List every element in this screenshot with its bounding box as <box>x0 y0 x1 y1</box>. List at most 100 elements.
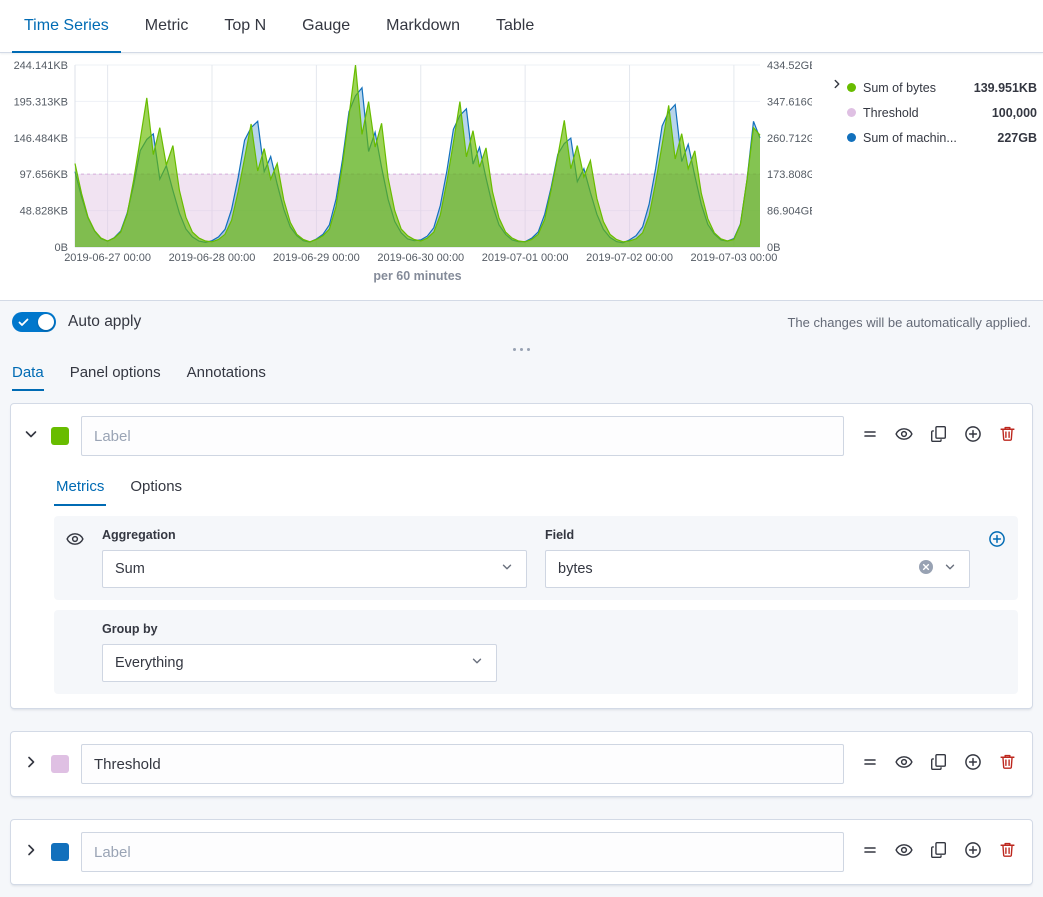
auto-apply-row: Auto apply The changes will be automatic… <box>0 301 1043 343</box>
series-color-swatch[interactable] <box>51 427 69 445</box>
legend-item[interactable]: Threshold 100,000 <box>847 100 1037 125</box>
field-select[interactable]: bytes <box>545 550 970 588</box>
svg-text:260.712GB: 260.712GB <box>767 133 812 145</box>
legend-series-name: Threshold <box>863 106 985 120</box>
copy-icon <box>930 753 947 775</box>
tab-panel-options[interactable]: Panel options <box>70 355 161 391</box>
plus-circle-icon <box>964 753 982 776</box>
series-drag-handle[interactable] <box>862 426 878 447</box>
series-visibility-button[interactable] <box>895 753 913 776</box>
svg-text:2019-06-28 00:00: 2019-06-28 00:00 <box>169 252 256 264</box>
series-visibility-button[interactable] <box>895 425 913 448</box>
series-actions <box>862 425 1016 448</box>
series-panel-3 <box>10 819 1033 885</box>
copy-icon <box>930 841 947 863</box>
series-expand-button[interactable] <box>23 754 39 775</box>
legend-series-value: 139.951KB <box>974 81 1037 95</box>
svg-text:195.313KB: 195.313KB <box>14 96 68 108</box>
series-label-input[interactable] <box>81 416 844 456</box>
chart-preview-section: 0B48.828KB97.656KB146.484KB195.313KB244.… <box>0 53 1043 300</box>
series-color-swatch[interactable] <box>51 755 69 773</box>
plus-circle-icon <box>964 425 982 448</box>
series-visibility-button[interactable] <box>895 841 913 864</box>
svg-text:2019-06-27 00:00: 2019-06-27 00:00 <box>64 252 151 264</box>
svg-text:2019-07-01 00:00: 2019-07-01 00:00 <box>482 252 569 264</box>
tab-gauge[interactable]: Gauge <box>290 0 362 53</box>
trash-icon <box>999 841 1016 863</box>
series-sub-tabs: Metrics Options <box>54 470 1018 506</box>
drag-handle-icon <box>862 842 878 863</box>
legend-series-name: Sum of machin... <box>863 131 990 145</box>
svg-text:2019-06-30 00:00: 2019-06-30 00:00 <box>377 252 464 264</box>
add-series-button[interactable] <box>964 425 982 448</box>
metric-block: Aggregation Sum Field bytes <box>54 516 1018 600</box>
svg-text:173.808GB: 173.808GB <box>767 169 812 181</box>
auto-apply-switch[interactable] <box>12 312 56 332</box>
plus-circle-icon <box>964 841 982 864</box>
aggregation-label: Aggregation <box>102 528 527 542</box>
series-header <box>11 820 1032 884</box>
svg-text:97.656KB: 97.656KB <box>20 169 68 181</box>
tab-table[interactable]: Table <box>484 0 546 53</box>
series-clone-button[interactable] <box>930 753 947 775</box>
add-series-button[interactable] <box>964 841 982 864</box>
svg-text:2019-06-29 00:00: 2019-06-29 00:00 <box>273 252 360 264</box>
tab-top-n[interactable]: Top N <box>212 0 278 53</box>
legend-collapse-button[interactable] <box>830 77 844 96</box>
legend-color-dot <box>847 108 856 117</box>
chevron-down-icon <box>23 426 39 447</box>
delete-series-button[interactable] <box>999 753 1016 775</box>
aggregation-value: Sum <box>115 561 145 577</box>
legend-color-dot <box>847 83 856 92</box>
chevron-down-icon <box>500 560 514 578</box>
chevron-right-icon <box>830 77 844 96</box>
chevron-right-icon <box>23 842 39 863</box>
drag-handle-icon <box>862 426 878 447</box>
delete-series-button[interactable] <box>999 425 1016 447</box>
auto-apply-label: Auto apply <box>68 313 141 331</box>
series-drag-handle[interactable] <box>862 842 878 863</box>
legend-item[interactable]: Sum of machin... 227GB <box>847 125 1037 150</box>
series-panel-1: Metrics Options Aggregation S <box>10 403 1033 709</box>
field-value: bytes <box>558 561 593 577</box>
auto-apply-help-text: The changes will be automatically applie… <box>787 315 1031 330</box>
group-by-label: Group by <box>102 622 497 636</box>
panel-editor: Auto apply The changes will be automatic… <box>0 300 1043 897</box>
group-by-select[interactable]: Everything <box>102 644 497 682</box>
series-collapse-button[interactable] <box>23 426 39 447</box>
series-header <box>11 732 1032 796</box>
svg-text:2019-07-03 00:00: 2019-07-03 00:00 <box>690 252 777 264</box>
legend-series-value: 227GB <box>997 131 1037 145</box>
tab-annotations[interactable]: Annotations <box>187 355 266 391</box>
add-metric-button[interactable] <box>988 530 1006 553</box>
series-expand-button[interactable] <box>23 842 39 863</box>
add-series-button[interactable] <box>964 753 982 776</box>
series-clone-button[interactable] <box>930 841 947 863</box>
series-body: Metrics Options Aggregation S <box>11 470 1032 708</box>
tab-markdown[interactable]: Markdown <box>374 0 472 53</box>
series-drag-handle[interactable] <box>862 754 878 775</box>
delete-series-button[interactable] <box>999 841 1016 863</box>
metric-visibility-button[interactable] <box>66 530 84 553</box>
tab-metrics[interactable]: Metrics <box>54 470 106 506</box>
tab-data[interactable]: Data <box>12 355 44 391</box>
svg-text:2019-07-02 00:00: 2019-07-02 00:00 <box>586 252 673 264</box>
editor-resize-handle[interactable] <box>0 343 1043 355</box>
tab-time-series[interactable]: Time Series <box>12 0 121 53</box>
series-color-swatch[interactable] <box>51 843 69 861</box>
aggregation-select[interactable]: Sum <box>102 550 527 588</box>
series-label-input[interactable] <box>81 744 844 784</box>
series-actions <box>862 753 1016 776</box>
clear-field-button[interactable] <box>918 559 934 579</box>
series-clone-button[interactable] <box>930 425 947 447</box>
time-series-chart: 0B48.828KB97.656KB146.484KB195.313KB244.… <box>0 53 812 268</box>
svg-text:48.828KB: 48.828KB <box>20 206 68 218</box>
svg-text:244.141KB: 244.141KB <box>14 60 68 72</box>
tab-metric[interactable]: Metric <box>133 0 201 53</box>
series-actions <box>862 841 1016 864</box>
legend-item[interactable]: Sum of bytes 139.951KB <box>847 75 1037 100</box>
series-label-input[interactable] <box>81 832 844 872</box>
chevron-down-icon <box>943 560 957 578</box>
series-panels: Metrics Options Aggregation S <box>0 391 1043 885</box>
tab-options[interactable]: Options <box>128 470 184 506</box>
